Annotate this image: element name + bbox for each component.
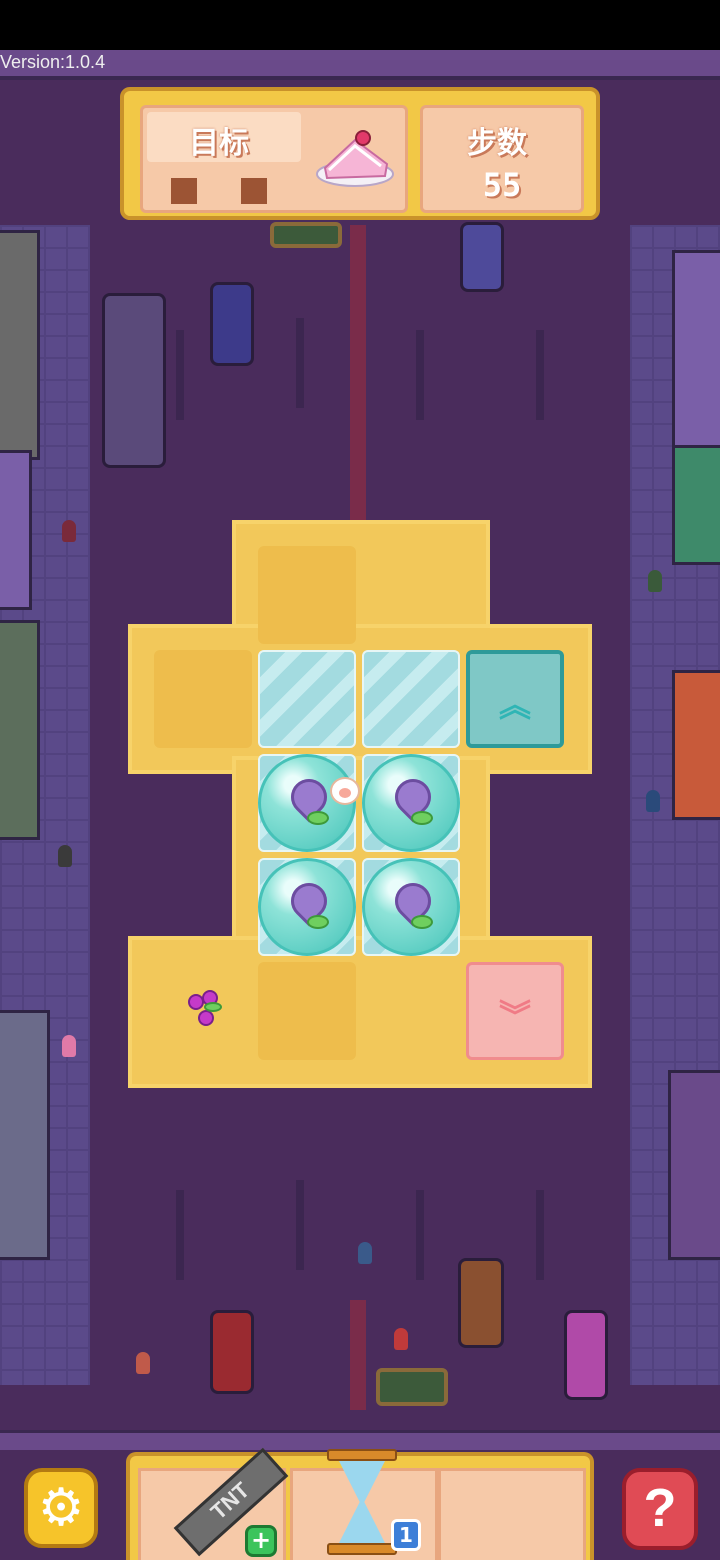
pedestrian xyxy=(358,1242,372,1264)
steps-label: 步数 xyxy=(467,126,527,161)
berry-flower-icon[interactable] xyxy=(180,988,228,1034)
tnt-slot[interactable]: TNT + xyxy=(138,1447,289,1560)
double-down-arrow-icon: ︾ xyxy=(498,997,531,1035)
hourglass-slot[interactable]: 1 xyxy=(290,1449,438,1560)
empty-slot[interactable] xyxy=(438,1468,586,1560)
pedestrian xyxy=(648,570,662,592)
pedestrian xyxy=(646,790,660,812)
lane-marking xyxy=(296,1180,304,1270)
steps-panel: 步数 55 xyxy=(420,105,584,213)
help-button[interactable]: ? xyxy=(622,1468,698,1550)
paw-icon xyxy=(330,777,360,805)
double-up-arrow-icon: ︽ xyxy=(498,686,531,724)
car xyxy=(210,1310,254,1394)
lane-marking xyxy=(176,1190,184,1280)
pedestrian xyxy=(394,1328,408,1350)
leaf-icon xyxy=(411,915,433,929)
left-building xyxy=(0,620,40,840)
down-arrow-box[interactable]: ︾ xyxy=(466,962,564,1060)
hourglass-icon: 1 xyxy=(327,1449,421,1557)
lane-marking xyxy=(416,330,424,420)
car xyxy=(458,1258,504,1348)
car xyxy=(210,282,254,366)
street-sign xyxy=(270,222,342,248)
left-building xyxy=(0,1010,50,1260)
left-building xyxy=(0,450,32,610)
truck xyxy=(102,293,166,468)
pedestrian xyxy=(136,1352,150,1374)
right-building xyxy=(672,250,720,450)
goal-panel: 目标 xyxy=(140,105,408,213)
overhead-beam xyxy=(0,1430,720,1450)
steps-value: 55 xyxy=(482,166,522,204)
overhead-beam xyxy=(0,50,720,80)
leaf-icon xyxy=(411,811,433,825)
car xyxy=(460,222,504,292)
road-median xyxy=(350,225,366,525)
pedestrian xyxy=(62,520,76,542)
board-tile[interactable] xyxy=(258,546,356,644)
road-median xyxy=(350,1300,366,1410)
lane-marking xyxy=(536,330,544,420)
flower-bubble[interactable] xyxy=(362,858,460,956)
flower-bubble[interactable] xyxy=(362,754,460,852)
goal-progress-cell xyxy=(171,178,197,204)
pedestrian xyxy=(58,845,72,867)
settings-button[interactable]: ⚙ xyxy=(24,1468,98,1548)
lane-marking xyxy=(416,1190,424,1280)
glass-tile[interactable] xyxy=(362,650,460,748)
goal-progress-cell xyxy=(241,178,267,204)
pedestrian xyxy=(62,1035,76,1057)
leaf-icon xyxy=(307,811,329,825)
cake-icon xyxy=(316,130,394,187)
gear-icon: ⚙ xyxy=(37,1478,85,1538)
goal-steps-panel: 目标 步数 55 xyxy=(120,87,600,220)
board-tile[interactable] xyxy=(154,650,252,748)
left-building xyxy=(0,230,40,460)
lane-marking xyxy=(296,318,304,408)
board-tile[interactable] xyxy=(258,962,356,1060)
status-bar xyxy=(0,0,720,50)
up-arrow-box[interactable]: ︽ xyxy=(466,650,564,748)
glass-tile[interactable] xyxy=(258,650,356,748)
leaf-icon xyxy=(307,915,329,929)
goal-label: 目标 xyxy=(189,126,249,161)
version-label: Version:1.0.4 xyxy=(0,52,106,72)
right-building xyxy=(668,1070,720,1260)
lane-marking xyxy=(536,1190,544,1280)
right-building xyxy=(672,445,720,565)
add-badge[interactable]: + xyxy=(245,1525,277,1557)
car xyxy=(564,1310,608,1400)
right-building xyxy=(672,670,720,820)
hourglass-count-badge: 1 xyxy=(391,1519,421,1551)
booster-bar: TNT + 1 xyxy=(126,1447,594,1560)
street-sign xyxy=(376,1368,448,1406)
lane-marking xyxy=(176,330,184,420)
flower-bubble[interactable] xyxy=(258,858,356,956)
